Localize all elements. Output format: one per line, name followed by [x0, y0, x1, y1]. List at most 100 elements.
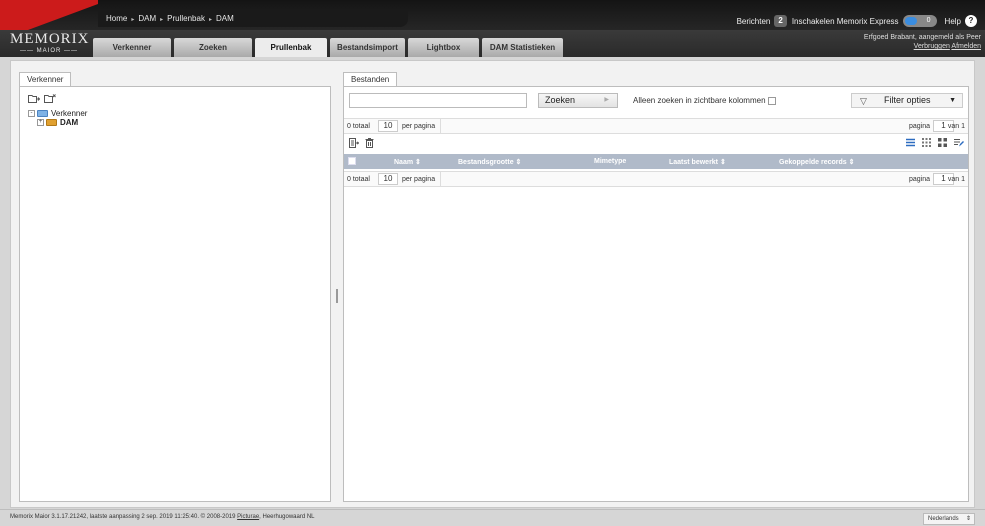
footer-suffix: , Heerhugowaard NL	[259, 514, 315, 520]
collapse-icon[interactable]: -	[28, 110, 35, 117]
breadcrumb-sep-icon: ▸	[160, 17, 164, 23]
express-label: Inschakelen Memorix Express	[791, 16, 899, 26]
expand-icon[interactable]: +	[37, 119, 44, 126]
tree-node-label: Verkenner	[51, 109, 88, 118]
view-switcher	[906, 138, 964, 147]
caret-down-icon: ▼	[949, 97, 956, 104]
logo-line1: MEMORIX	[10, 31, 90, 47]
tree-node-verkenner[interactable]: - Verkenner	[28, 109, 87, 118]
column-header-naam[interactable]: Naam ⇕	[394, 158, 421, 166]
breadcrumb: Home ▸ DAM ▸ Prullenbak ▸ DAM	[98, 11, 408, 27]
per-page-select[interactable]: 10	[378, 120, 398, 132]
files-toolbar	[344, 136, 968, 152]
footer: Memorix Maior 3.1.17.21242, laatste aanp…	[0, 509, 985, 526]
files-panel: Zoeken ▶ Alleen zoeken in zichtbare kolom…	[343, 86, 969, 502]
select-all-checkbox[interactable]	[348, 157, 356, 165]
folder-remove-icon[interactable]	[44, 94, 56, 103]
user-info: Erfgoed Brabant, aangemeld als Peer Verb…	[864, 33, 981, 51]
help-icon[interactable]: ?	[965, 15, 977, 27]
main-nav: MEMORIX —— MAIOR —— Verkenner Zoeken Pru…	[0, 30, 985, 57]
column-header-gekoppelde-records[interactable]: Gekoppelde records ⇕	[779, 158, 855, 166]
column-header-mimetype[interactable]: Mimetype	[594, 158, 626, 165]
tree-node-dam[interactable]: + DAM	[28, 118, 87, 127]
breadcrumb-item-current: DAM	[215, 14, 234, 23]
search-row: Zoeken ▶ Alleen zoeken in zichtbare kolom…	[349, 93, 963, 109]
folder-tree: - Verkenner + DAM	[28, 109, 87, 127]
messages-count-badge[interactable]: 2	[774, 15, 787, 27]
play-arrow-icon: ▶	[604, 97, 609, 103]
tab-lightbox[interactable]: Lightbox	[408, 38, 479, 57]
picturae-link[interactable]: Picturae	[237, 514, 259, 520]
divider	[440, 172, 441, 186]
page-of-label: van 1	[947, 123, 965, 130]
breadcrumb-item-prullenbak[interactable]: Prullenbak	[167, 14, 205, 23]
edit-view-icon[interactable]	[954, 138, 964, 147]
version-text: Memorix Maior 3.1.17.21242, laatste aanp…	[10, 514, 236, 520]
tree-node-label: DAM	[60, 118, 79, 127]
page-label: pagina	[908, 123, 930, 130]
top-right-controls: Berichten 2 Inschakelen Memorix Express …	[737, 14, 977, 28]
trash-icon[interactable]	[365, 138, 374, 148]
folder-add-icon[interactable]	[28, 94, 40, 103]
breadcrumb-sep-icon: ▸	[131, 17, 135, 23]
panel-tab-bestanden[interactable]: Bestanden	[343, 72, 398, 87]
search-button[interactable]: Zoeken ▶	[538, 93, 618, 108]
tab-zoeken[interactable]: Zoeken	[174, 38, 252, 57]
memorix-logo[interactable]: MEMORIX —— MAIOR ——	[10, 31, 90, 55]
thumbnail-view-icon[interactable]	[938, 138, 947, 147]
messages-link[interactable]: Berichten	[737, 17, 771, 26]
explorer-panel: - Verkenner + DAM	[19, 86, 331, 502]
logo-red-swoosh	[0, 0, 98, 30]
visible-columns-checkbox[interactable]	[767, 96, 776, 105]
panel-splitter-handle[interactable]	[336, 289, 338, 303]
help-link[interactable]: Help	[945, 17, 961, 26]
user-line: Erfgoed Brabant, aangemeld als Peer	[863, 34, 981, 41]
visible-columns-label: Alleen zoeken in zichtbare kolommen	[633, 96, 766, 105]
filter-label: Filter opties	[884, 95, 931, 105]
tab-bestandsimport[interactable]: Bestandsimport	[330, 38, 405, 57]
breadcrumb-item-home[interactable]: Home	[106, 14, 127, 23]
breadcrumb-sep-icon: ▸	[208, 17, 212, 23]
footer-text: Memorix Maior 3.1.17.21242, laatste aanp…	[10, 514, 315, 520]
breadcrumb-item-dam[interactable]: DAM	[138, 14, 156, 23]
per-page-label: per pagina	[402, 123, 436, 130]
total-count: 0 totaal	[347, 123, 370, 130]
logo-line2: —— MAIOR ——	[19, 48, 78, 54]
per-page-label: per pagina	[402, 176, 436, 183]
total-count: 0 totaal	[347, 176, 370, 183]
logout-link[interactable]: Afmelden	[951, 43, 981, 50]
column-header-bestandsgrootte[interactable]: Bestandsgrootte ⇕	[458, 158, 521, 166]
language-select[interactable]: Nederlands ⇕	[923, 513, 975, 525]
grid-view-icon[interactable]	[922, 138, 931, 147]
tab-prullenbak[interactable]: Prullenbak	[255, 38, 327, 57]
up-down-arrow-icon: ⇕	[965, 516, 971, 522]
toolbar-actions	[349, 138, 374, 148]
main-content: Verkenner - Verkenner + DAM Bestanden Zo…	[10, 60, 975, 508]
tree-toolbar	[28, 94, 56, 103]
page-of-label: van 1	[947, 176, 965, 183]
visible-columns-option: Alleen zoeken in zichtbare kolommen	[633, 96, 776, 105]
page-label: pagina	[908, 176, 930, 183]
tab-verkenner[interactable]: Verkenner	[93, 38, 171, 57]
divider	[440, 119, 441, 133]
restore-icon[interactable]	[349, 138, 359, 148]
folder-icon	[46, 119, 57, 126]
tab-dam-statistieken[interactable]: DAM Statistieken	[482, 38, 563, 57]
language-value: Nederlands	[928, 516, 959, 522]
express-toggle-value: 0	[926, 17, 931, 24]
open-folder-icon	[37, 110, 48, 117]
column-header-laatst-bewerkt[interactable]: Laatst bewerkt ⇕	[669, 158, 726, 166]
per-page-select[interactable]: 10	[378, 173, 398, 185]
search-input[interactable]	[349, 93, 527, 108]
pager-top: 0 totaal 10 per pagina pagina 1 van 1	[344, 118, 968, 134]
panel-tab-verkenner[interactable]: Verkenner	[19, 72, 72, 87]
filter-options-dropdown[interactable]: ▽ Filter opties ▼	[851, 93, 963, 108]
main-tabs: Verkenner Zoeken Prullenbak Bestandsimpo…	[93, 38, 566, 57]
files-table-header: Naam ⇕ Bestandsgrootte ⇕ Mimetype Laatst…	[344, 154, 968, 169]
list-view-icon[interactable]	[906, 138, 915, 147]
toggle-knob	[904, 17, 917, 25]
express-toggle[interactable]: 0	[902, 15, 937, 27]
pager-bottom: 0 totaal 10 per pagina pagina 1 van 1	[344, 171, 968, 187]
change-user-link[interactable]: Verbruggen	[914, 43, 950, 50]
funnel-icon: ▽	[860, 96, 867, 106]
